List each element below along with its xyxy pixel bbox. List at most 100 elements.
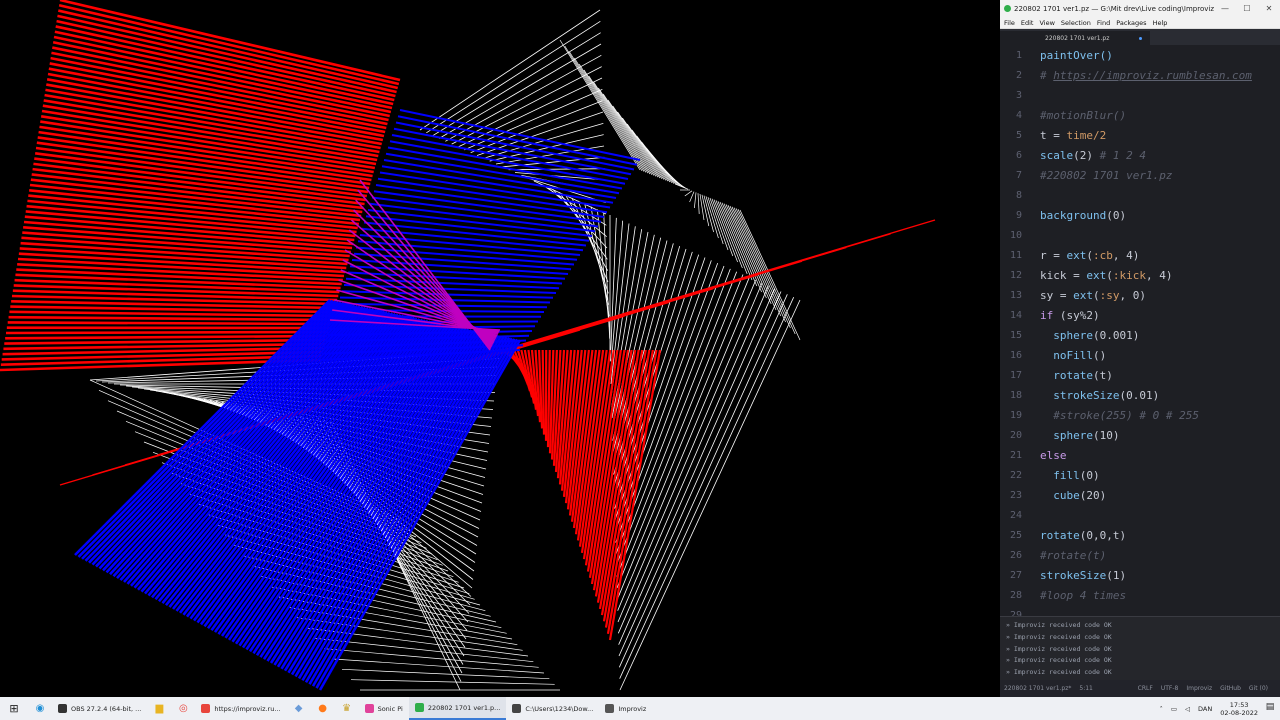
code-line[interactable]: 3 (1000, 86, 1280, 106)
code-line[interactable]: 29 (1000, 606, 1280, 616)
status-cursor[interactable]: 5:11 (1079, 685, 1092, 692)
red-fan-line (8, 315, 332, 322)
code-line[interactable]: 1 paintOver() (1000, 46, 1280, 66)
start-windows-icon[interactable]: ⊞ (0, 702, 28, 715)
code-token: ( (1093, 289, 1100, 302)
code-line[interactable]: 8 (1000, 186, 1280, 206)
code-line[interactable]: 11 r = ext(:cb, 4) (1000, 246, 1280, 266)
status-grammar[interactable]: Improviz (1186, 685, 1212, 692)
code-line[interactable]: 28 #loop 4 times (1000, 586, 1280, 606)
status-encoding[interactable]: UTF-8 (1161, 685, 1179, 692)
code-line[interactable]: 21 else (1000, 446, 1280, 466)
code-line[interactable]: 23 cube(20) (1000, 486, 1280, 506)
code-line[interactable]: 10 (1000, 226, 1280, 246)
taskbar-app-button[interactable]: https://improviz.ru... (195, 697, 286, 720)
code-line[interactable]: 26 #rotate(t) (1000, 546, 1280, 566)
title-bar: 220802 1701 ver1.pz — G:\Mit drev\Live c… (1000, 0, 1280, 17)
minimize-button[interactable]: — (1214, 4, 1236, 13)
status-github[interactable]: GitHub (1220, 685, 1241, 692)
taskbar-app-button[interactable]: Improviz (599, 697, 652, 720)
taskbar-app-button[interactable]: OBS 27.2.4 (64-bit, ... (52, 697, 147, 720)
status-file[interactable]: 220802 1701 ver1.pz* (1004, 685, 1071, 692)
code-line[interactable]: 14 if (sy%2) (1000, 306, 1280, 326)
modified-dot-icon (1139, 36, 1143, 40)
line-number: 29 (1009, 610, 1022, 616)
tray-network-icon[interactable]: ▭ (1171, 705, 1177, 713)
code-token: ext (1066, 249, 1087, 262)
menu-view[interactable]: View (1039, 19, 1054, 27)
line-number: 19 (1009, 410, 1022, 421)
code-line[interactable]: 12 kick = ext(:kick, 4) (1000, 266, 1280, 286)
code-line[interactable]: 6 scale(2) # 1 2 4 (1000, 146, 1280, 166)
code-token: , 4) (1112, 249, 1140, 262)
code-token: strokeSize (1053, 389, 1120, 402)
notification-icon[interactable]: ▤ (1264, 702, 1276, 714)
code-line[interactable]: 15 sphere(0.001) (1000, 326, 1280, 346)
white-wire-line (670, 177, 687, 189)
line-number: 5 (1015, 130, 1022, 141)
taskbar-app-button[interactable]: C:\Users\1234\Dow... (506, 697, 599, 720)
status-git[interactable]: Git (0) (1249, 685, 1268, 692)
menu-edit[interactable]: Edit (1021, 19, 1034, 27)
code-line[interactable]: 5t = time/2 (1000, 126, 1280, 146)
code-area[interactable]: 1 paintOver() 2 # https://improviz.rumblesa… (1000, 46, 1280, 616)
firefox-icon[interactable]: ● (311, 703, 335, 714)
close-button[interactable]: ✕ (1258, 4, 1280, 13)
code-line[interactable]: 9 background(0) (1000, 206, 1280, 226)
code-line[interactable]: 24 (1000, 506, 1280, 526)
edge-browser-icon[interactable]: ◉ (28, 703, 52, 714)
line-text: rotate(0,0,t) (1022, 526, 1126, 546)
maximize-button[interactable]: ☐ (1236, 4, 1258, 13)
line-number: 22 (1009, 470, 1022, 481)
tray-language[interactable]: DAN (1198, 705, 1212, 713)
menu-help[interactable]: Help (1153, 19, 1168, 27)
code-line[interactable]: 25 rotate(0,0,t) (1000, 526, 1280, 546)
code-token: (0.001) (1093, 329, 1140, 342)
winamp-icon[interactable]: ♛ (335, 703, 359, 714)
code-line[interactable]: 27 strokeSize(1) (1000, 566, 1280, 586)
app-icon-blue[interactable]: ◆ (287, 703, 311, 714)
code-line[interactable]: 2 # https://improviz.rumblesan.com (1000, 66, 1280, 86)
taskbar-app-button[interactable]: 220802 1701 ver1.p... (408, 697, 507, 720)
system-tray: ˄ ▭ ◁ DAN 17:53 02-08-2022 (1152, 697, 1258, 720)
code-line[interactable]: 18 strokeSize(0.01) (1000, 386, 1280, 406)
code-line[interactable]: 13 sy = ext(:sy, 0) (1000, 286, 1280, 306)
menu-packages[interactable]: Packages (1116, 19, 1146, 27)
tray-chevron-up-icon[interactable]: ˄ (1160, 705, 1163, 713)
code-line[interactable]: 16 noFill() (1000, 346, 1280, 366)
code-line[interactable]: 4 #motionBlur() (1000, 106, 1280, 126)
white-wire-line (731, 206, 782, 317)
code-line[interactable]: 7 #220802 1701 ver1.pz (1000, 166, 1280, 186)
line-text: strokeSize(1) (1022, 566, 1126, 586)
tab-active-file[interactable]: 220802 1701 ver1.pz (1000, 31, 1151, 45)
code-line[interactable]: 20 sphere(10) (1000, 426, 1280, 446)
menu-selection[interactable]: Selection (1061, 19, 1091, 27)
console-line: » Improviz received code OK (1006, 644, 1112, 653)
code-token: , 0) (1119, 289, 1147, 302)
taskbar-app-button[interactable]: Sonic Pi (359, 697, 409, 720)
tray-volume-icon[interactable]: ◁ (1185, 705, 1190, 713)
menu-find[interactable]: Find (1097, 19, 1110, 27)
white-wire-line (588, 75, 653, 175)
white-wire-line (426, 20, 601, 134)
code-line[interactable]: 17 rotate(t) (1000, 366, 1280, 386)
taskbar-app-icon (512, 704, 522, 713)
line-text: #220802 1701 ver1.pz (1022, 166, 1172, 186)
file-explorer-icon[interactable]: ▆ (147, 703, 171, 714)
menu-file[interactable]: File (1004, 19, 1015, 27)
code-line[interactable]: 19 #stroke(255) # 0 # 255 (1000, 406, 1280, 426)
code-line[interactable]: 22 fill(0) (1000, 466, 1280, 486)
tray-clock[interactable]: 17:53 02-08-2022 (1220, 701, 1258, 717)
taskbar-app-label: Sonic Pi (377, 704, 403, 713)
windows-taskbar: ⊞ ◉ OBS 27.2.4 (64-bit, ... ▆ ◎ https://imp… (0, 697, 1280, 720)
chrome-icon[interactable]: ◎ (171, 703, 195, 714)
code-token: ext (1086, 269, 1107, 282)
code-token: :kick (1112, 269, 1146, 282)
code-token: scale (1040, 149, 1074, 162)
code-token: noFill (1053, 349, 1093, 362)
white-wire-line (729, 205, 777, 311)
status-eol[interactable]: CRLF (1138, 685, 1153, 692)
white-wire-line (438, 43, 602, 139)
